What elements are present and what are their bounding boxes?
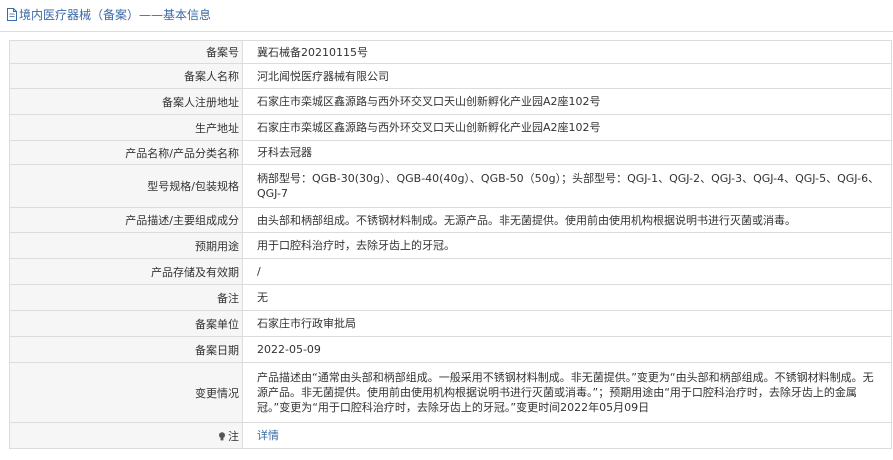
row-value: 冀石械备20210115号 <box>242 40 892 64</box>
lightbulb-icon <box>219 431 225 440</box>
note-label-cell: 注 <box>9 422 243 449</box>
row-label: 型号规格/包装规格 <box>9 164 243 208</box>
row-label: 生产地址 <box>9 114 243 141</box>
page-header: 境内医疗器械（备案）——基本信息 <box>0 0 893 32</box>
row-label: 备案日期 <box>9 336 243 363</box>
table-row: 产品描述/主要组成成分 由头部和柄部组成。不锈钢材料制成。无源产品。非无菌提供。… <box>9 207 892 233</box>
table-row: 备案号 冀石械备20210115号 <box>9 40 892 64</box>
table-row: 变更情况 产品描述由“通常由头部和柄部组成。一般采用不锈钢材料制成。非无菌提供。… <box>9 362 892 423</box>
table-row: 备案人名称 河北闻悦医疗器械有限公司 <box>9 63 892 89</box>
row-label: 备案号 <box>9 40 243 64</box>
row-label: 产品名称/产品分类名称 <box>9 140 243 165</box>
row-value: 石家庄市行政审批局 <box>242 310 892 337</box>
page-title: 境内医疗器械（备案）——基本信息 <box>19 8 212 22</box>
row-value: 柄部型号：QGB-30(30g）、QGB-40(40g）、QGB-50（50g）… <box>242 164 892 208</box>
row-value: 产品描述由“通常由头部和柄部组成。一般采用不锈钢材料制成。非无菌提供。”变更为“… <box>242 362 892 423</box>
row-label: 预期用途 <box>9 232 243 259</box>
document-icon <box>7 8 17 21</box>
table-row: 备注 无 <box>9 284 892 311</box>
table-row: 备案日期 2022-05-09 <box>9 336 892 363</box>
table-row: 生产地址 石家庄市栾城区鑫源路与西外环交叉口天山创新孵化产业园A2座102号 <box>9 114 892 141</box>
table-row: 产品名称/产品分类名称 牙科去冠器 <box>9 140 892 165</box>
row-label: 产品描述/主要组成成分 <box>9 207 243 233</box>
table-row: 备案单位 石家庄市行政审批局 <box>9 310 892 337</box>
table-row: 型号规格/包装规格 柄部型号：QGB-30(30g）、QGB-40(40g）、Q… <box>9 164 892 208</box>
row-label: 备案人注册地址 <box>9 88 243 115</box>
note-row: 注 详情 <box>9 422 892 449</box>
note-value-cell: 详情 <box>242 422 892 449</box>
row-value: 石家庄市栾城区鑫源路与西外环交叉口天山创新孵化产业园A2座102号 <box>242 88 892 115</box>
row-value: 用于口腔科治疗时，去除牙齿上的牙冠。 <box>242 232 892 259</box>
row-label: 变更情况 <box>9 362 243 423</box>
row-label: 备注 <box>9 284 243 311</box>
row-value: 石家庄市栾城区鑫源路与西外环交叉口天山创新孵化产业园A2座102号 <box>242 114 892 141</box>
row-label: 备案人名称 <box>9 63 243 89</box>
row-value: / <box>242 258 892 285</box>
row-value: 牙科去冠器 <box>242 140 892 165</box>
row-value: 2022-05-09 <box>242 336 892 363</box>
row-label: 备案单位 <box>9 310 243 337</box>
table-row: 预期用途 用于口腔科治疗时，去除牙齿上的牙冠。 <box>9 232 892 259</box>
info-table: 备案号 冀石械备20210115号 备案人名称 河北闻悦医疗器械有限公司 备案人… <box>9 40 892 449</box>
note-label: 注 <box>228 429 239 443</box>
table-row: 备案人注册地址 石家庄市栾城区鑫源路与西外环交叉口天山创新孵化产业园A2座102… <box>9 88 892 115</box>
row-value: 由头部和柄部组成。不锈钢材料制成。无源产品。非无菌提供。使用前由使用机构根据说明… <box>242 207 892 233</box>
details-link[interactable]: 详情 <box>257 429 279 442</box>
table-row: 产品存储及有效期 / <box>9 258 892 285</box>
row-label: 产品存储及有效期 <box>9 258 243 285</box>
row-value: 河北闻悦医疗器械有限公司 <box>242 63 892 89</box>
row-value: 无 <box>242 284 892 311</box>
